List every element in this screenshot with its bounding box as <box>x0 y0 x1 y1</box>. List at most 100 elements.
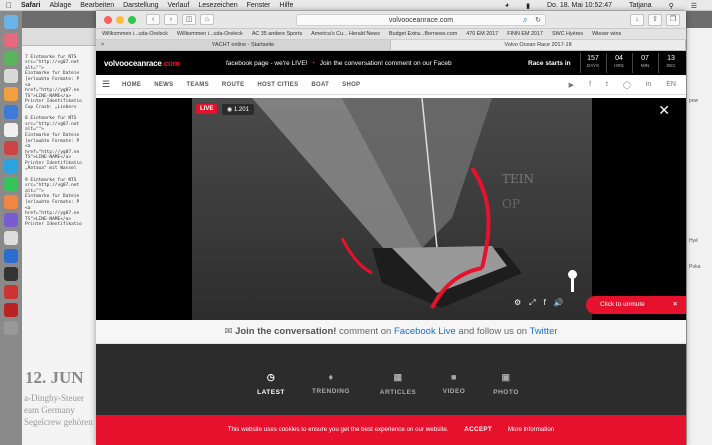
tab-video[interactable]: ■ VIDEO <box>429 372 479 395</box>
favorite-link[interactable]: Willkommen i...uda-Oreleck <box>177 31 243 37</box>
dock-app-icon[interactable] <box>4 177 18 191</box>
favorite-link[interactable]: 470 EM 2017 <box>466 31 498 37</box>
volume-slider-handle[interactable] <box>568 270 577 279</box>
tabs-overview-icon[interactable]: ❐ <box>666 14 680 26</box>
twitter-icon[interactable]: t <box>606 81 608 89</box>
countdown-divider <box>632 53 633 73</box>
close-tab-icon[interactable]: × <box>101 40 104 51</box>
download-icon[interactable]: ↓ <box>630 14 644 26</box>
tab-articles[interactable]: ▦ ARTICLES <box>373 372 423 396</box>
menu-darstellung[interactable]: Darstellung <box>123 2 158 9</box>
background-right-window[interactable]: pow Hyè Poka <box>686 28 712 445</box>
apple-icon[interactable]:  <box>6 1 12 10</box>
instagram-icon[interactable]: ◯ <box>623 81 631 89</box>
menu-ablage[interactable]: Ablage <box>49 2 71 9</box>
menubar-clock[interactable]: Do. 18. Mai 10:52:47 <box>547 2 612 9</box>
twitter-link[interactable]: Twitter <box>530 326 558 337</box>
news-ticker[interactable]: facebook page - we're LIVE! • Join the con… <box>226 60 452 67</box>
dock-app-icon[interactable] <box>4 267 18 281</box>
linkedin-icon[interactable]: in <box>646 81 651 89</box>
wifi-icon[interactable]: ◕ <box>505 2 509 9</box>
race-countdown-label: Race starts in <box>528 59 571 67</box>
dock-app-icon[interactable] <box>4 285 18 299</box>
nav-teams[interactable]: TEAMS <box>186 82 209 88</box>
nav-boat[interactable]: BOAT <box>311 82 329 88</box>
speaker-icon[interactable]: ♬ <box>522 15 529 26</box>
facebook-share-icon[interactable]: f <box>544 298 546 308</box>
zoom-window-button[interactable] <box>128 15 136 24</box>
tab-yacht-online[interactable]: × YACHT online - Startseite <box>96 40 391 50</box>
facebook-live-link[interactable]: Facebook Live <box>394 326 456 337</box>
dock-app-icon[interactable] <box>4 87 18 101</box>
dock-app-icon[interactable] <box>4 141 18 155</box>
address-bar[interactable]: volvooceanrace.com ♬ ↻ <box>296 14 546 26</box>
favorite-link[interactable]: FINN EM 2017 <box>507 31 543 37</box>
dock-app-icon[interactable] <box>4 195 18 209</box>
favorite-link[interactable]: Wieser wins <box>592 31 621 37</box>
nav-route[interactable]: ROUTE <box>222 82 245 88</box>
menu-hilfe[interactable]: Hilfe <box>279 2 293 9</box>
notification-center-icon[interactable]: ☰ <box>691 2 697 10</box>
youtube-icon[interactable]: ▶ <box>569 81 574 89</box>
favorite-link[interactable]: SWC Hyères <box>552 31 583 37</box>
dock-app-icon[interactable] <box>4 69 18 83</box>
unmute-label: Click to unmute <box>600 301 645 308</box>
nav-shop[interactable]: SHOP <box>342 82 360 88</box>
dock-app-icon[interactable] <box>4 123 18 137</box>
tab-photo[interactable]: ▣ PHOTO <box>481 372 531 396</box>
dock-app-icon[interactable] <box>4 231 18 245</box>
dock-app-icon[interactable] <box>4 159 18 173</box>
spotlight-icon[interactable]: ⚲ <box>669 2 674 10</box>
menu-lesezeichen[interactable]: Lesezeichen <box>198 2 237 9</box>
dock-app-icon[interactable] <box>4 249 18 263</box>
dock-app-icon[interactable] <box>4 33 18 47</box>
menu-bearbeiten[interactable]: Bearbeiten <box>80 2 114 9</box>
forward-button[interactable]: › <box>164 14 178 25</box>
cookie-banner: This website uses cookies to ensure you … <box>96 415 686 445</box>
language-selector[interactable]: EN <box>666 81 676 89</box>
favorite-link[interactable]: AC 35 andere Sports <box>252 31 302 37</box>
dock-app-icon[interactable] <box>4 321 18 335</box>
dock-app-icon[interactable] <box>4 15 18 29</box>
home-button[interactable]: ⌂ <box>200 14 214 25</box>
facebook-icon[interactable]: f <box>589 81 591 89</box>
nav-host-cities[interactable]: HOST CITIES <box>257 82 298 88</box>
background-editor-window[interactable]: 7 Eintmarke fur NTS src="http://vg07.net… <box>22 28 98 445</box>
hamburger-menu-icon[interactable]: ☰ <box>102 79 116 90</box>
menu-app-name[interactable]: Safari <box>21 2 40 9</box>
fullscreen-icon[interactable]: ⤢ <box>529 298 535 308</box>
dock-app-icon[interactable] <box>4 303 18 317</box>
nav-news[interactable]: NEWS <box>154 82 173 88</box>
site-logo[interactable]: volvooceanrace.com <box>104 59 180 68</box>
favorite-link[interactable]: Budget Extra...Bernews.com <box>389 31 457 37</box>
nav-home[interactable]: HOME <box>122 82 141 88</box>
tab-latest[interactable]: ◷ LATEST <box>246 372 296 396</box>
cookie-accept-button[interactable]: ACCEPT <box>464 426 492 433</box>
dock-app-icon[interactable] <box>4 51 18 65</box>
tab-trending[interactable]: ♦ TRENDING <box>306 372 356 395</box>
battery-icon[interactable]: ▮ <box>526 2 530 10</box>
ticker-item: facebook page - we're LIVE! <box>226 59 308 67</box>
favorite-link[interactable]: America's Cu... Herald News <box>311 31 380 37</box>
back-button[interactable]: ‹ <box>146 14 160 25</box>
cookie-more-info-link[interactable]: More information <box>508 426 554 433</box>
minimize-window-button[interactable] <box>116 15 124 24</box>
close-video-icon[interactable]: ✕ <box>658 102 670 119</box>
sidebar-button[interactable]: ◫ <box>182 14 196 25</box>
reload-icon[interactable]: ↻ <box>535 15 541 26</box>
menu-fenster[interactable]: Fenster <box>247 2 271 9</box>
menu-verlauf[interactable]: Verlauf <box>168 2 190 9</box>
settings-gear-icon[interactable]: ⚙ <box>514 298 521 308</box>
favorite-link[interactable]: Willkommen i...uda-Oreleck <box>102 31 168 37</box>
menubar-user[interactable]: Tatjana <box>629 2 652 9</box>
live-video-player[interactable]: TEIN OP LIVE ◉ 1.201 ✕ ⚙ ⤢ f 🔊 Click to … <box>96 98 686 320</box>
close-unmute-icon[interactable]: ✕ <box>673 296 678 314</box>
unmute-button[interactable]: Click to unmute ✕ <box>586 296 686 314</box>
dock-app-icon[interactable] <box>4 213 18 227</box>
dock-app-icon[interactable] <box>4 105 18 119</box>
cookie-text: This website uses cookies to ensure you … <box>227 426 449 433</box>
volume-icon[interactable]: 🔊 <box>554 298 564 308</box>
close-window-button[interactable] <box>104 15 112 24</box>
tab-volvo-ocean-race[interactable]: Volvo Ocean Race 2017-18 <box>391 40 686 50</box>
share-icon[interactable]: ⇧ <box>648 14 662 26</box>
